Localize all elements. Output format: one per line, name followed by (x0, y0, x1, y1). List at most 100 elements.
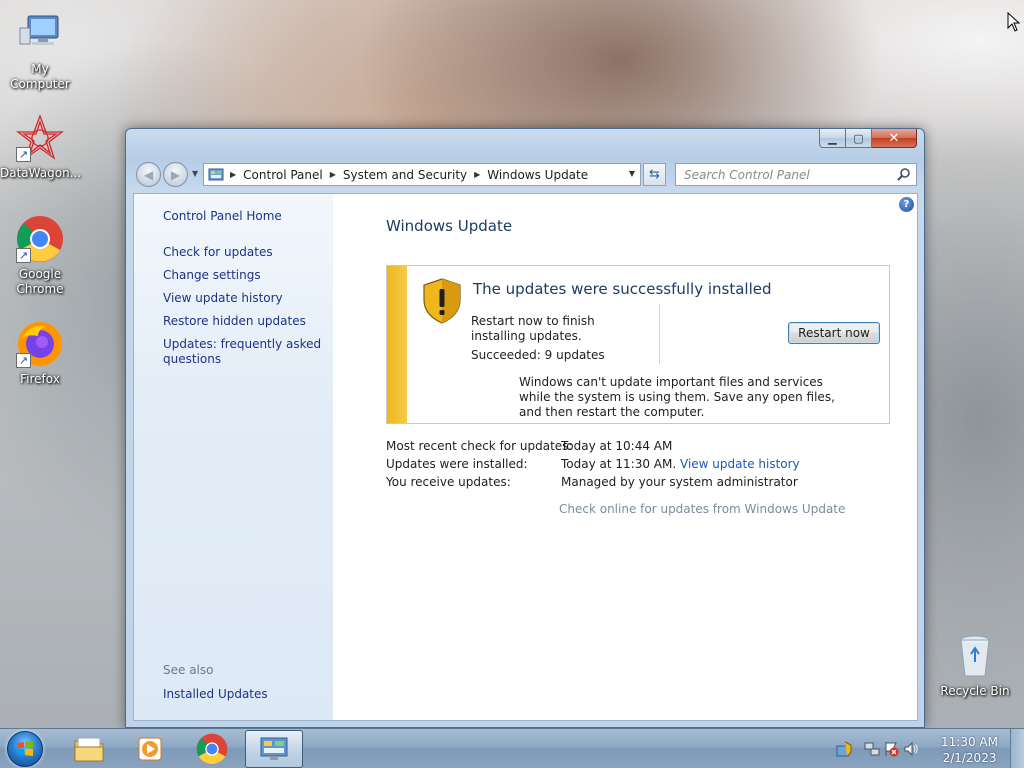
update-info-table: Most recent check for updates: Today at … (386, 439, 906, 493)
folder-icon (74, 737, 104, 762)
desktop-icon-label: My Computer (10, 62, 70, 91)
shortcut-arrow-icon: ↗ (16, 147, 31, 162)
forward-button[interactable]: ▶ (163, 162, 188, 187)
control-panel-icon (208, 168, 224, 180)
system-tray: 11:30 AM 2/1/2023 (824, 729, 1024, 768)
windows-logo-icon (17, 741, 33, 756)
info-value: Today at 11:30 AM. (561, 457, 677, 471)
status-succeeded-count: Succeeded: 9 updates (471, 348, 605, 362)
taskbar-clock[interactable]: 11:30 AM 2/1/2023 (941, 734, 998, 766)
forward-arrow-icon: ▶ (170, 167, 181, 182)
desktop-icon-label: Firefox (20, 372, 60, 386)
firefox-icon: ↗ (16, 320, 64, 368)
nav-restore-hidden-updates[interactable]: Restore hidden updates (163, 314, 323, 329)
breadcrumb-separator-icon: ▶ (230, 170, 237, 179)
clock-date: 2/1/2023 (942, 751, 997, 765)
taskbar-media-player-button[interactable] (121, 730, 179, 768)
close-button[interactable]: ✕ (872, 129, 917, 148)
status-divider (659, 304, 660, 364)
nav-installed-updates[interactable]: Installed Updates (163, 687, 323, 702)
clock-time: 11:30 AM (941, 735, 998, 749)
window-controls: ▁ ▢ ✕ (819, 129, 917, 148)
taskbar: 11:30 AM 2/1/2023 (0, 728, 1024, 768)
info-value: Today at 10:44 AM (561, 439, 673, 453)
desktop-icon-chrome[interactable]: ↗ Google Chrome (0, 215, 80, 297)
computer-icon (16, 10, 64, 58)
nav-check-for-updates[interactable]: Check for updates (163, 245, 323, 260)
chrome-icon (196, 733, 228, 765)
desktop-icon-my-computer[interactable]: My Computer (0, 10, 80, 92)
search-input[interactable]: Search Control Panel (675, 163, 917, 186)
breadcrumb-system-and-security[interactable]: System and Security (343, 168, 467, 182)
desktop-icon-datawagon[interactable]: ↗ DataWagon... (0, 114, 82, 181)
desktop-icon-label: DataWagon... (0, 166, 82, 180)
maximize-button[interactable]: ▢ (846, 129, 872, 148)
media-player-icon (138, 737, 162, 761)
mouse-cursor-icon (1007, 12, 1021, 32)
breadcrumb-windows-update[interactable]: Windows Update (487, 168, 588, 182)
volume-icon[interactable] (903, 741, 919, 757)
minimize-icon: ▁ (828, 131, 837, 145)
minimize-button[interactable]: ▁ (819, 129, 846, 148)
address-bar[interactable]: ▶ Control Panel ▶ System and Security ▶ … (203, 163, 641, 186)
refresh-icon: ⇆ (649, 167, 660, 182)
network-icon[interactable] (864, 741, 880, 757)
desktop-icon-recycle-bin[interactable]: Recycle Bin (935, 632, 1015, 699)
info-row-receive-updates: You receive updates: Managed by your sys… (386, 475, 906, 493)
desktop-icon-firefox[interactable]: ↗ Firefox (0, 320, 80, 387)
recent-pages-dropdown[interactable]: ▼ (192, 169, 198, 178)
chrome-icon: ↗ (16, 215, 64, 263)
shortcut-arrow-icon: ↗ (16, 248, 31, 263)
nav-change-settings[interactable]: Change settings (163, 268, 323, 283)
breadcrumb-separator-icon[interactable]: ▶ (330, 170, 336, 179)
status-note: Windows can't update important files and… (519, 375, 835, 419)
warning-shield-icon (423, 278, 461, 324)
datawagon-icon: ↗ (16, 114, 64, 162)
info-label: Updates were installed: (386, 457, 528, 471)
desktop-icon-label: Google Chrome (16, 267, 64, 296)
info-value: Managed by your system administrator (561, 475, 798, 489)
search-placeholder: Search Control Panel (684, 167, 810, 182)
page-title: Windows Update (386, 217, 513, 235)
breadcrumb-control-panel[interactable]: Control Panel (243, 168, 323, 182)
nav-updates-faq[interactable]: Updates: frequently asked questions (163, 337, 323, 367)
restart-now-button[interactable]: Restart now (788, 322, 880, 344)
windows-update-tray-icon[interactable] (836, 741, 852, 757)
recycle-bin-icon (951, 632, 999, 680)
status-heading: The updates were successfully installed (473, 280, 772, 298)
control-panel-window: ▁ ▢ ✕ ◀ ▶ ▼ ▶ Control Panel ▶ System and… (125, 128, 925, 728)
content-area: Control Panel Home Check for updates Cha… (133, 193, 918, 721)
info-label: Most recent check for updates: (386, 439, 573, 453)
taskbar-explorer-button[interactable] (60, 730, 118, 768)
navigation-bar: ◀ ▶ ▼ ▶ Control Panel ▶ System and Secur… (134, 162, 918, 187)
control-panel-icon (260, 737, 288, 760)
view-update-history-link[interactable]: View update history (680, 457, 800, 471)
taskbar-control-panel-button[interactable] (245, 730, 303, 768)
status-accent-stripe (387, 266, 407, 423)
taskbar-chrome-button[interactable] (183, 730, 241, 768)
status-message: Restart now to finish installing updates… (471, 314, 595, 343)
action-center-flag-icon[interactable] (883, 741, 899, 757)
show-desktop-button[interactable] (1010, 729, 1024, 768)
close-icon: ✕ (888, 130, 900, 146)
see-also-heading: See also (163, 663, 214, 677)
breadcrumb-separator-icon[interactable]: ▶ (474, 170, 480, 179)
info-row-installed: Updates were installed: Today at 11:30 A… (386, 457, 906, 475)
back-arrow-icon: ◀ (143, 167, 154, 182)
info-value-group: Today at 11:30 AM. View update history (561, 457, 800, 471)
check-online-link[interactable]: Check online for updates from Windows Up… (559, 502, 845, 516)
help-icon[interactable]: ? (899, 197, 914, 212)
start-button[interactable] (7, 731, 43, 767)
info-row-last-check: Most recent check for updates: Today at … (386, 439, 906, 457)
search-icon[interactable] (897, 167, 911, 181)
nav-view-update-history[interactable]: View update history (163, 291, 323, 306)
update-status-panel: The updates were successfully installed … (386, 265, 890, 424)
left-navigation-pane: Control Panel Home Check for updates Cha… (134, 194, 333, 720)
back-button[interactable]: ◀ (136, 162, 161, 187)
refresh-button[interactable]: ⇆ (643, 163, 666, 186)
shortcut-arrow-icon: ↗ (16, 353, 31, 368)
address-dropdown-icon[interactable]: ▼ (629, 169, 635, 178)
desktop-icon-label: Recycle Bin (940, 684, 1010, 698)
nav-control-panel-home[interactable]: Control Panel Home (163, 209, 323, 224)
maximize-icon: ▢ (853, 131, 864, 145)
